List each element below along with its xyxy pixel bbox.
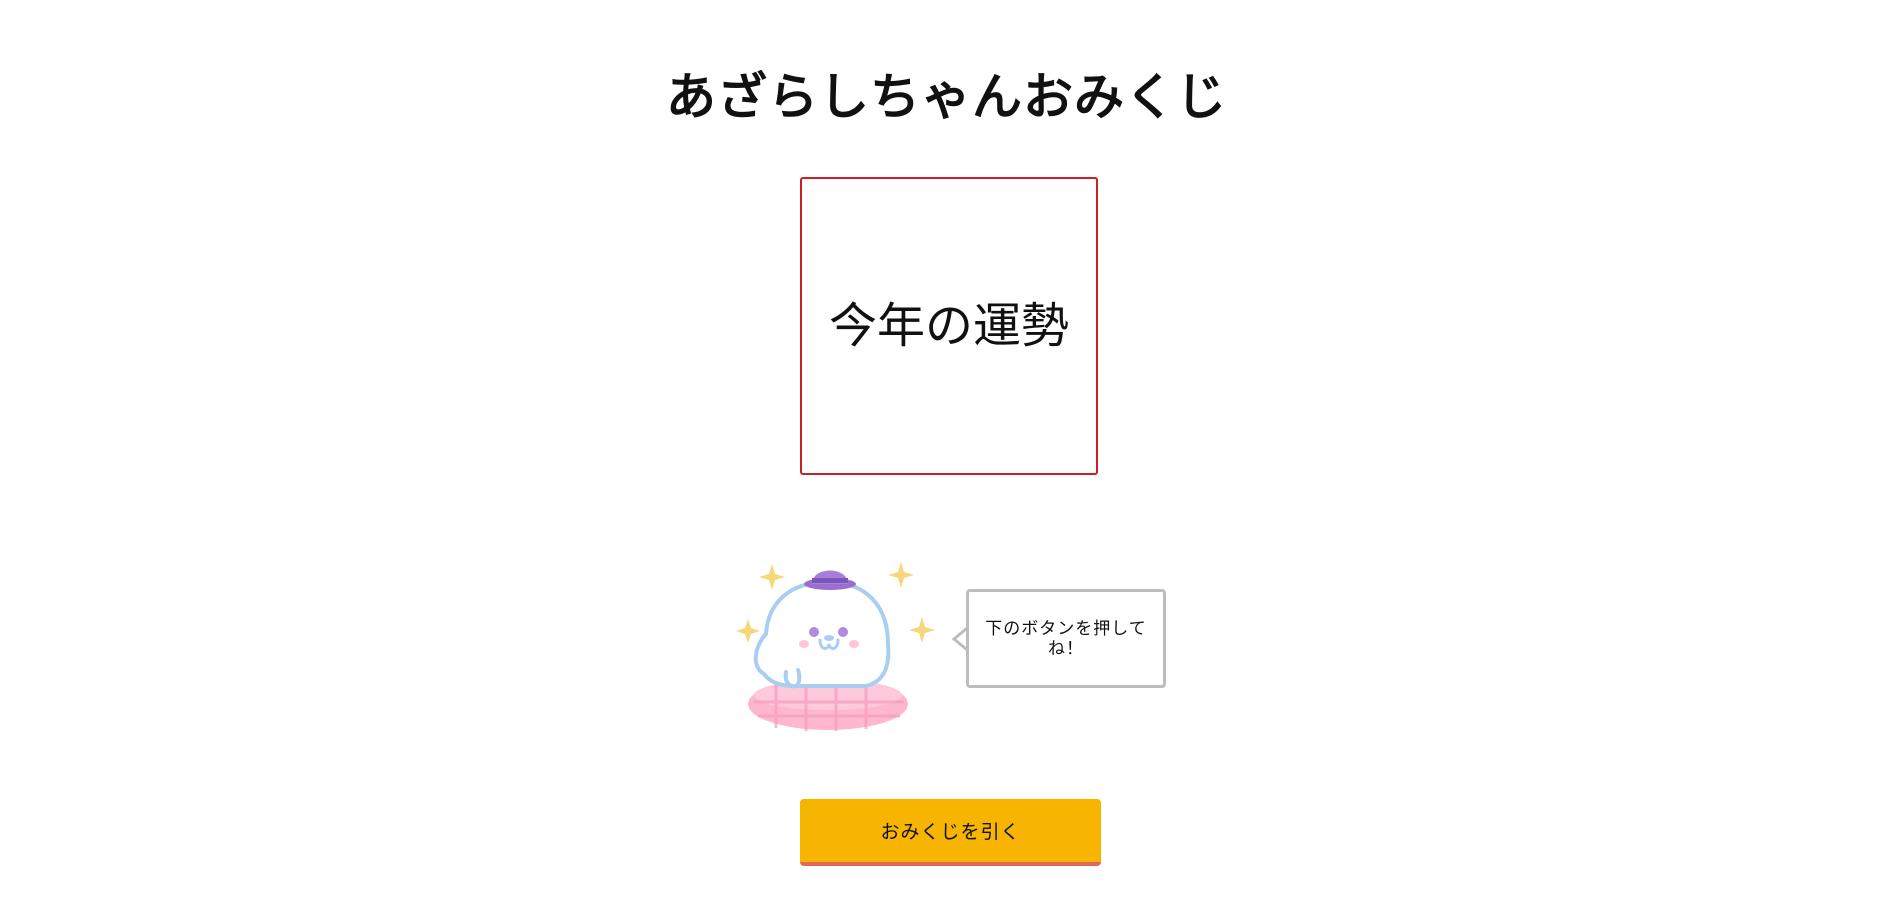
- speech-bubble-text: 下のボタンを押してね！: [985, 618, 1147, 659]
- sparkle-icon: [736, 619, 760, 643]
- draw-omikuji-button[interactable]: おみくじを引く: [800, 799, 1101, 866]
- page-title: あざらしちゃんおみくじ: [666, 67, 1227, 126]
- sparkle-icon: [759, 564, 785, 590]
- seal-mascot-icon: [736, 562, 935, 731]
- omikuji-page: あざらしちゃんおみくじ 今年の運勢 下のボタンを押してね！ おみくじを引く: [0, 0, 1893, 915]
- speech-bubble: 下のボタンを押してね！: [966, 589, 1166, 688]
- fortune-result-box: 今年の運勢: [800, 177, 1098, 475]
- fortune-result-text: 今年の運勢: [828, 298, 1069, 354]
- sparkle-icon: [909, 617, 935, 643]
- sparkle-icon: [888, 562, 914, 588]
